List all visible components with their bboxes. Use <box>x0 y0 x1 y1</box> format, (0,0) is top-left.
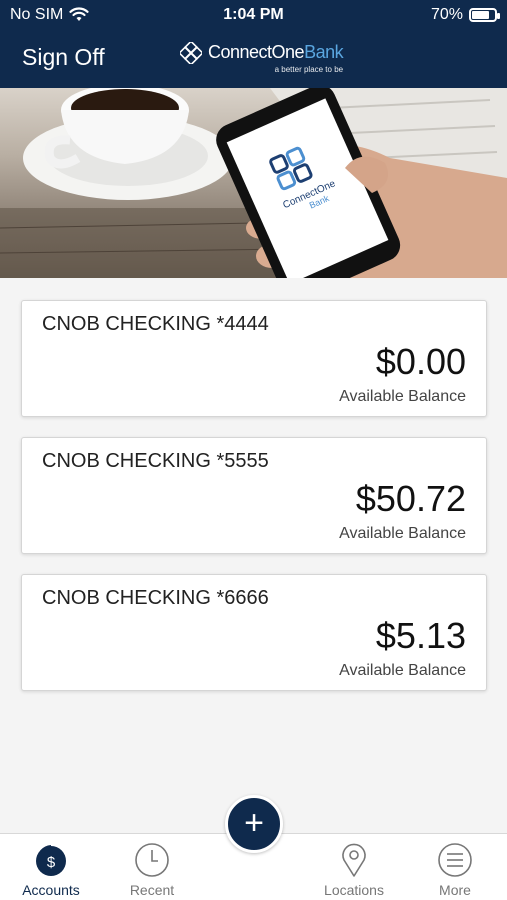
menu-icon <box>438 843 472 877</box>
nav-row: Sign Off ConnectOneBank a better place t… <box>0 30 507 88</box>
accounts-list: CNOB CHECKING *4444 $0.00 Available Bala… <box>21 300 487 711</box>
tab-recent[interactable]: Recent <box>107 834 197 900</box>
battery-icon <box>469 8 500 22</box>
tab-label: More <box>439 882 471 898</box>
tab-label: Locations <box>324 882 384 898</box>
account-card[interactable]: CNOB CHECKING *6666 $5.13 Available Bala… <box>21 574 487 691</box>
account-name: CNOB CHECKING *4444 <box>42 313 269 335</box>
add-action-button[interactable]: + <box>225 795 283 853</box>
balance-label: Available Balance <box>339 388 466 405</box>
hero-illustration: ConnectOne Bank <box>0 88 507 278</box>
map-pin-icon <box>342 843 366 877</box>
balance-label: Available Balance <box>339 662 466 679</box>
tab-label: Accounts <box>22 882 80 898</box>
balance-label: Available Balance <box>339 525 466 542</box>
account-balance: $5.13 <box>375 615 466 656</box>
brand-name-primary: ConnectOne <box>208 42 305 62</box>
account-name: CNOB CHECKING *5555 <box>42 450 269 472</box>
account-balance: $0.00 <box>375 341 466 382</box>
connectone-diamond-icon <box>180 42 202 64</box>
account-card[interactable]: CNOB CHECKING *5555 $50.72 Available Bal… <box>21 437 487 554</box>
battery-percent: 70% <box>430 6 463 23</box>
brand-name-secondary: Bank <box>304 42 344 62</box>
svg-text:$: $ <box>47 854 56 871</box>
header-bar: No SIM 1:04 PM 70% Sign Off ConnectOneBa… <box>0 0 507 88</box>
tab-more[interactable]: More <box>410 834 500 900</box>
account-name: CNOB CHECKING *6666 <box>42 587 269 609</box>
accounts-dollar-icon: $ <box>36 845 66 876</box>
clock-icon <box>135 843 169 877</box>
tab-locations[interactable]: Locations <box>309 834 399 900</box>
hero-banner-image: ConnectOne Bank <box>0 88 507 278</box>
brand-tagline: a better place to be <box>274 65 344 74</box>
plus-icon: + <box>244 804 264 842</box>
status-bar: No SIM 1:04 PM 70% <box>0 0 507 30</box>
sign-off-button[interactable]: Sign Off <box>22 44 105 71</box>
account-balance: $50.72 <box>355 478 466 519</box>
tab-accounts[interactable]: $ Accounts <box>6 834 96 900</box>
brand-logo: ConnectOneBank a better place to be <box>180 42 344 74</box>
account-card[interactable]: CNOB CHECKING *4444 $0.00 Available Bala… <box>21 300 487 417</box>
tab-label: Recent <box>129 882 175 898</box>
